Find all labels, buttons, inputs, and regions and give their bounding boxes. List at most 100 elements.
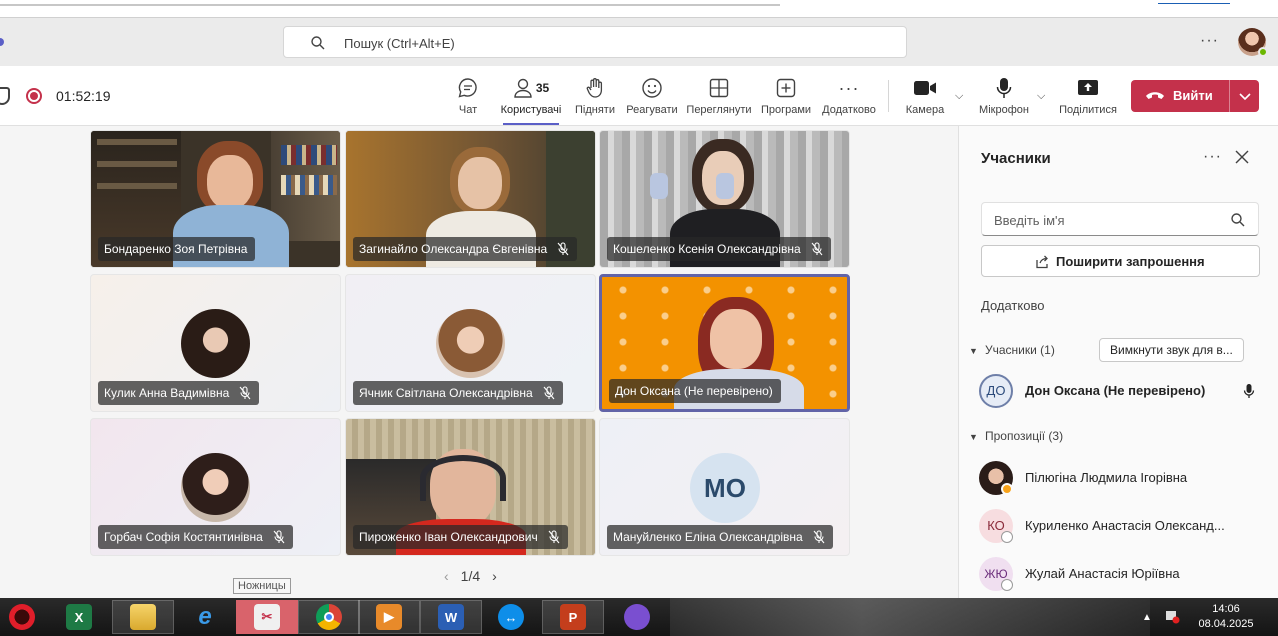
more-actions-button[interactable]: ··· Додатково	[820, 76, 878, 122]
clock-date: 08.04.2025	[1198, 618, 1254, 630]
teamviewer-icon[interactable]: ↔	[480, 600, 542, 634]
camera-options-chevron-icon[interactable]: ⌵	[955, 90, 963, 103]
camera-button-label: Камера	[905, 104, 945, 116]
profile-avatar[interactable]	[1238, 28, 1268, 57]
grid-view-icon	[709, 78, 729, 98]
video-tile[interactable]: Бондаренко Зоя Петрівна	[90, 130, 341, 268]
mic-muted-icon	[543, 386, 555, 400]
video-tile[interactable]: МО Мануйленко Еліна Олександрівна	[599, 418, 850, 556]
search-placeholder: Пошук (Ctrl+Alt+E)	[344, 36, 455, 51]
search-icon	[311, 36, 325, 50]
participant-name: Мануйленко Еліна Олександрівна	[613, 530, 803, 544]
mic-muted-icon	[557, 242, 569, 256]
view-button[interactable]: Переглянути	[686, 76, 752, 122]
notification-text-fragment	[0, 0, 780, 6]
participant-name-tag: Загинайло Олександра Євгенівна	[353, 237, 578, 261]
browser-strip	[0, 0, 1278, 18]
notification-link-fragment[interactable]	[1158, 0, 1230, 4]
snipping-tool-icon[interactable]: ✂	[236, 600, 298, 634]
more-options-icon[interactable]: ···	[1200, 32, 1219, 50]
camera-button[interactable]: Камера	[904, 76, 946, 122]
participant-name: Кошеленко Ксенія Олександрівна	[613, 242, 801, 256]
participant-name: Ячник Світлана Олександрівна	[359, 386, 533, 400]
participant-search-placeholder: Введіть ім'я	[994, 213, 1065, 228]
react-button[interactable]: Реагувати	[626, 76, 678, 122]
apps-button[interactable]: Програми	[759, 76, 813, 122]
chevron-down-icon: ▼	[969, 432, 978, 442]
panel-more-options-icon[interactable]: ···	[1203, 148, 1222, 166]
suggestion-list-item[interactable]: ЖЮ Жулай Анастасія Юріївна	[979, 557, 1269, 593]
additional-section-label: Додатково	[981, 298, 1045, 313]
more-actions-label: Додатково	[822, 104, 876, 116]
chevron-left-icon[interactable]: ‹	[444, 568, 449, 584]
word-icon[interactable]: W	[420, 600, 482, 634]
people-icon	[514, 78, 532, 98]
show-hidden-icons-chevron-icon[interactable]: ▲	[1142, 612, 1152, 623]
taskbar-tooltip: Ножницы	[233, 578, 291, 594]
suggestions-group-label: Пропозиції (3)	[985, 429, 1064, 443]
excel-icon[interactable]: X	[48, 600, 110, 634]
people-button[interactable]: 35 Користувачі	[499, 76, 563, 125]
presence-offline-icon	[1001, 579, 1013, 591]
chrome-icon[interactable]	[298, 600, 360, 634]
internet-explorer-icon[interactable]: e	[174, 600, 236, 634]
chevron-down-icon[interactable]	[1235, 88, 1255, 104]
chevron-right-icon[interactable]: ›	[492, 568, 497, 584]
participant-name-tag: Кошеленко Ксенія Олександрівна	[607, 237, 831, 261]
panel-title: Учасники	[981, 150, 1051, 167]
share-invite-button[interactable]: Поширити запрошення	[981, 245, 1260, 277]
mic-muted-icon	[548, 530, 560, 544]
suggestion-list-item[interactable]: КО Куриленко Анастасія Олександ...	[979, 509, 1269, 545]
raise-hand-button[interactable]: Підняти	[573, 76, 617, 122]
microphone-button[interactable]: Мікрофон	[976, 76, 1032, 122]
leave-button[interactable]: Вийти	[1131, 80, 1259, 112]
video-tile[interactable]: Загинайло Олександра Євгенівна	[345, 130, 596, 268]
suggestion-list-item[interactable]: Пілюгіна Людмила Ігорівна	[979, 461, 1269, 497]
share-invite-label: Поширити запрошення	[1056, 254, 1205, 269]
video-tile[interactable]: Пироженко Іван Олександрович	[345, 418, 596, 556]
system-clock[interactable]: 14:06 08.04.2025	[1186, 602, 1266, 632]
microphone-options-chevron-icon[interactable]: ⌵	[1037, 90, 1045, 103]
participant-name: Бондаренко Зоя Петрівна	[104, 242, 248, 256]
participants-group-header[interactable]: ▼ Учасники (1)	[969, 343, 1055, 357]
clock-time: 14:06	[1212, 603, 1240, 615]
chat-button[interactable]: Чат	[452, 76, 484, 122]
search-input[interactable]: Пошук (Ctrl+Alt+E)	[283, 26, 907, 58]
add-app-icon	[776, 78, 796, 98]
gallery-pager: ‹ 1/4 ›	[438, 568, 503, 584]
participant-initials-avatar: МО	[690, 453, 760, 523]
mic-muted-icon	[811, 242, 823, 256]
chat-button-label: Чат	[458, 104, 478, 116]
video-tile[interactable]: Кошеленко Ксенія Олександрівна	[599, 130, 850, 268]
media-player-icon[interactable]: ▶	[358, 600, 420, 634]
video-tile[interactable]: Кулик Анна Вадимівна	[90, 274, 341, 412]
participant-list-item[interactable]: ДО Дон Оксана (Не перевірено)	[979, 374, 1269, 410]
people-button-label: Користувачі	[500, 104, 562, 116]
video-tile-active-speaker[interactable]: Дон Оксана (Не перевірено)	[599, 274, 850, 412]
presence-away-icon	[1001, 483, 1013, 495]
apps-button-label: Програми	[760, 104, 812, 116]
powerpoint-icon[interactable]: P	[542, 600, 604, 634]
suggestions-group-header[interactable]: ▼ Пропозиції (3)	[969, 429, 1063, 443]
emoji-icon	[642, 78, 662, 98]
video-tile[interactable]: Горбач Софія Костянтинівна	[90, 418, 341, 556]
title-bar: Пошук (Ctrl+Alt+E) ···	[0, 18, 1278, 66]
explorer-icon[interactable]	[112, 600, 174, 634]
opera-icon[interactable]	[0, 600, 44, 634]
app-rail-indicator[interactable]	[0, 38, 4, 46]
tor-icon[interactable]	[606, 600, 668, 634]
leave-button-label: Вийти	[1173, 88, 1213, 103]
mute-all-button[interactable]: Вимкнути звук для в...	[1099, 338, 1244, 362]
participant-initials-avatar: ДО	[979, 374, 1013, 408]
suggestion-name: Пілюгіна Людмила Ігорівна	[1025, 470, 1188, 485]
suggestion-name: Жулай Анастасія Юріївна	[1025, 566, 1180, 581]
participant-search-input[interactable]: Введіть ім'я	[981, 202, 1259, 236]
video-tile[interactable]: Ячник Світлана Олександрівна	[345, 274, 596, 412]
windows-taskbar: X e ✂ ▶ W ↔ P ▲ 14:06 08.04.2025	[0, 598, 1278, 636]
close-icon[interactable]	[1235, 150, 1249, 164]
meeting-timer: 01:52:19	[56, 88, 111, 104]
search-icon	[1231, 213, 1245, 227]
share-button[interactable]: Поділитися	[1058, 76, 1118, 122]
network-status-icon[interactable]	[1164, 608, 1180, 624]
participants-group-label: Учасники (1)	[985, 343, 1055, 357]
